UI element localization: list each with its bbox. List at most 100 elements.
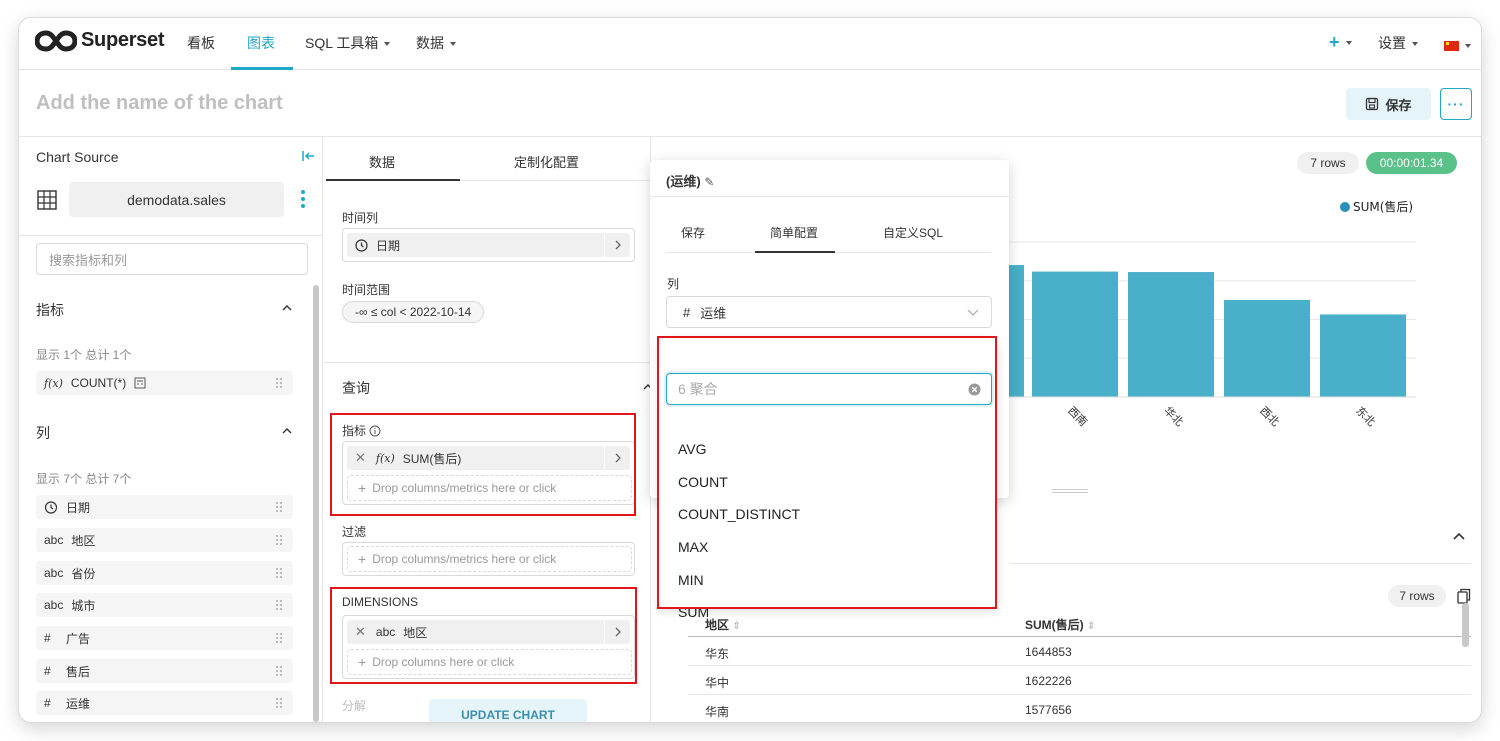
chevron-right-icon[interactable]: [604, 233, 630, 257]
copy-icon[interactable]: [1457, 588, 1471, 604]
chart-bar[interactable]: [1224, 299, 1310, 397]
plus-icon: +: [1329, 32, 1340, 52]
divider: [650, 196, 1009, 197]
legend-label[interactable]: SUM(售后): [1353, 199, 1413, 214]
table-header-value[interactable]: SUM(售后) ⇕: [1025, 616, 1095, 633]
time-column-pill[interactable]: 日期: [347, 233, 630, 257]
time-column-value: 日期: [376, 238, 401, 253]
drag-handle-icon[interactable]: [275, 501, 283, 513]
dataset-name[interactable]: demodata.sales: [69, 182, 284, 217]
metric-label: COUNT(*): [70, 376, 127, 390]
drag-handle-icon[interactable]: [275, 632, 283, 644]
column-item-city[interactable]: abc 城市: [36, 593, 293, 617]
language-menu[interactable]: [1444, 37, 1471, 53]
tab-custom-sql[interactable]: 自定义SQL: [883, 224, 943, 241]
settings-menu[interactable]: 设置: [1378, 33, 1418, 53]
table-row-line: [688, 694, 1471, 695]
x-tick-label: 西北: [1257, 404, 1282, 429]
table-scrollbar[interactable]: [1462, 603, 1469, 647]
column-label: 广告: [66, 631, 91, 646]
nav-data[interactable]: 数据: [416, 33, 456, 53]
column-label: 省份: [71, 566, 96, 581]
popover-title[interactable]: (运维) ✎: [666, 171, 714, 190]
table-header-value-label: SUM(售后): [1025, 618, 1084, 632]
tab-customize[interactable]: 定制化配置: [514, 152, 579, 171]
sort-icon[interactable]: ⇕: [732, 621, 740, 632]
pencil-icon[interactable]: ✎: [704, 175, 714, 189]
search-input[interactable]: 搜索指标和列: [36, 243, 308, 275]
time-column-select[interactable]: 日期: [342, 228, 635, 262]
drag-handle-icon[interactable]: [275, 599, 283, 611]
table-cell: 1577656: [1025, 703, 1072, 717]
tab-saved[interactable]: 保存: [681, 224, 705, 241]
superset-logo[interactable]: Superset: [35, 29, 164, 52]
save-button[interactable]: 保存: [1346, 88, 1431, 120]
column-select[interactable]: # 运维: [666, 296, 992, 328]
more-options-button[interactable]: ···: [1440, 88, 1472, 120]
nav-charts[interactable]: 图表: [247, 33, 275, 53]
drag-handle-icon[interactable]: [275, 534, 283, 546]
brand-name: Superset: [81, 29, 165, 51]
tab-simple[interactable]: 简单配置: [770, 224, 818, 241]
table-header-region[interactable]: 地区 ⇕: [705, 616, 741, 633]
settings-label: 设置: [1378, 35, 1406, 51]
nav-sql-lab-label: SQL 工具箱: [305, 35, 379, 51]
column-item-province[interactable]: abc 省份: [36, 561, 293, 585]
column-item-aftersales[interactable]: # 售后: [36, 659, 293, 683]
legend-marker[interactable]: [1340, 202, 1350, 212]
chart-source-title: Chart Source: [36, 149, 119, 165]
chevron-down-icon: [1465, 44, 1471, 49]
column-item-region[interactable]: abc 地区: [36, 528, 293, 552]
plus-icon: +: [358, 551, 367, 567]
dataset-menu-icon[interactable]: [300, 189, 306, 209]
divider: [1010, 563, 1471, 564]
chart-name-input[interactable]: Add the name of the chart: [36, 92, 283, 115]
column-item-ops[interactable]: # 运维: [36, 691, 293, 715]
active-tab-indicator: [755, 251, 835, 253]
chart-bar[interactable]: [1320, 314, 1406, 397]
time-range-label: 时间范围: [342, 283, 391, 297]
chevron-up-icon[interactable]: [281, 425, 293, 437]
china-flag-icon: [1444, 41, 1459, 52]
query-time-badge: 00:00:01.34: [1366, 152, 1457, 174]
chart-header: Add the name of the chart 保存 ···: [19, 70, 1481, 137]
chart-bar[interactable]: [1032, 271, 1118, 397]
chart-bar[interactable]: [1128, 272, 1214, 397]
collapse-panel-icon[interactable]: [301, 150, 315, 162]
metric-item[interactable]: f(x) COUNT(*): [36, 371, 293, 395]
chevron-up-icon[interactable]: [281, 302, 293, 314]
new-item-menu[interactable]: +: [1329, 32, 1352, 53]
drag-handle-icon[interactable]: [275, 567, 283, 579]
filters-drop-zone[interactable]: + Drop columns/metrics here or click: [347, 546, 632, 572]
left-scrollbar[interactable]: [313, 285, 319, 722]
drag-handle-icon[interactable]: [275, 697, 283, 709]
nav-data-label: 数据: [416, 35, 444, 51]
drag-handle-icon[interactable]: [275, 377, 283, 389]
filters-drop-text: Drop columns/metrics here or click: [372, 552, 557, 566]
column-label: 售后: [66, 664, 91, 679]
column-item-ads[interactable]: # 广告: [36, 626, 293, 650]
chevron-down-icon: [1345, 41, 1352, 46]
query-heading: 查询: [342, 380, 370, 396]
x-tick-label: 华北: [1161, 403, 1186, 428]
tab-data[interactable]: 数据: [369, 152, 395, 171]
calculator-icon: [134, 377, 146, 389]
chevron-up-icon[interactable]: [1452, 530, 1466, 542]
resize-handle[interactable]: [1052, 489, 1088, 493]
time-range-pill[interactable]: -∞ ≤ col < 2022-10-14: [342, 301, 485, 323]
sort-icon[interactable]: ⇕: [1087, 621, 1095, 632]
divider: [324, 362, 651, 363]
save-icon: [1366, 97, 1379, 111]
chevron-down-icon: [384, 42, 391, 47]
update-chart-button[interactable]: UPDATE CHART: [429, 699, 587, 722]
column-item-date[interactable]: 日期: [36, 495, 293, 519]
time-column-label: 时间列: [342, 211, 379, 225]
table-header-line: [688, 636, 1471, 637]
nav-sql-lab[interactable]: SQL 工具箱: [305, 33, 391, 53]
string-type-icon: abc: [44, 533, 64, 547]
column-label: 列: [667, 277, 680, 291]
drag-handle-icon[interactable]: [275, 665, 283, 677]
column-label: 地区: [71, 533, 96, 548]
nav-dashboards[interactable]: 看板: [187, 33, 215, 53]
popover-title-text: (运维): [666, 174, 701, 189]
